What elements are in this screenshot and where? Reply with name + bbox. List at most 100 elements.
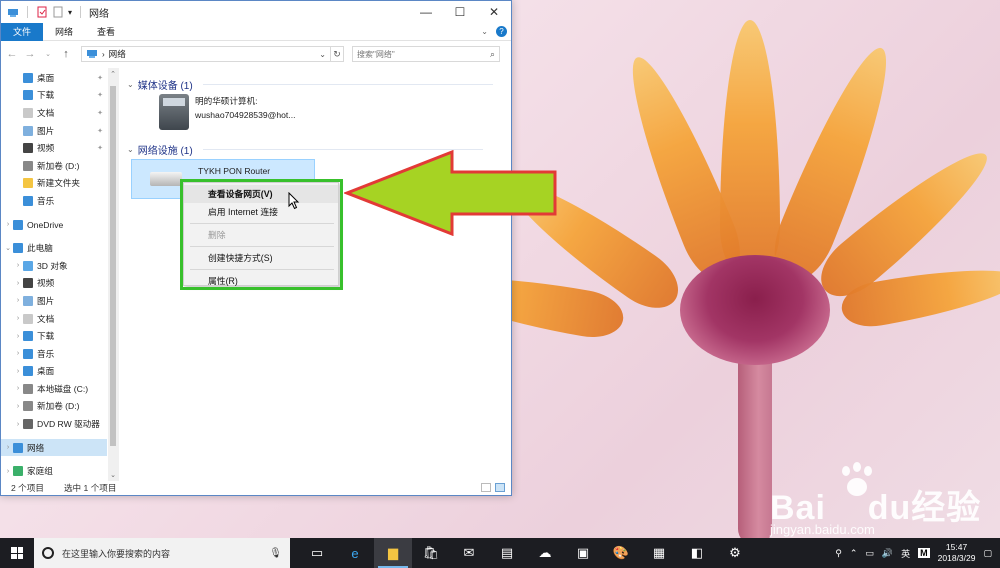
- customize-dropdown-icon[interactable]: ▾: [68, 8, 72, 17]
- expand-chevron-icon[interactable]: ›: [13, 385, 23, 392]
- expand-chevron-icon[interactable]: ›: [13, 262, 23, 269]
- edge-icon[interactable]: e: [336, 538, 374, 568]
- nav-item-quick-access[interactable]: 新建文件夹: [1, 175, 107, 193]
- ime-language[interactable]: 英: [901, 547, 910, 560]
- nav-item-label: 3D 对象: [37, 260, 68, 271]
- scroll-thumb[interactable]: [110, 86, 116, 446]
- expand-chevron-icon[interactable]: ›: [13, 421, 23, 428]
- new-folder-icon[interactable]: [52, 6, 64, 18]
- file-explorer-icon[interactable]: ▆: [374, 538, 412, 568]
- menu-view-device-webpage[interactable]: 查看设备网页(V): [184, 185, 338, 203]
- refresh-button[interactable]: ↻: [330, 46, 344, 62]
- task-view-icon[interactable]: ▭: [298, 538, 336, 568]
- nav-item-pc[interactable]: › 新加卷 (D:): [1, 398, 107, 416]
- expand-chevron-icon[interactable]: ›: [13, 403, 23, 410]
- folder-icon: [23, 72, 33, 83]
- app-icon[interactable]: ▤: [488, 538, 526, 568]
- show-hidden-icons-icon[interactable]: ⌃: [850, 548, 858, 559]
- nav-item-pc[interactable]: › DVD RW 驱动器: [1, 415, 107, 433]
- app-icon[interactable]: ◧: [678, 538, 716, 568]
- group-header-media[interactable]: ⌄ 媒体设备 (1): [127, 77, 493, 92]
- store-icon[interactable]: 🛍: [412, 538, 450, 568]
- recent-locations-icon[interactable]: ⌄: [41, 50, 55, 58]
- details-view-icon[interactable]: [481, 483, 491, 492]
- nav-item-onedrive[interactable]: › OneDrive: [1, 216, 107, 234]
- expand-chevron-icon[interactable]: ›: [13, 297, 23, 304]
- nav-item-quick-access[interactable]: 图片 ✦: [1, 122, 107, 140]
- expand-chevron-icon[interactable]: ›: [13, 350, 23, 357]
- people-icon[interactable]: ⚲: [835, 548, 842, 559]
- nav-item-pc[interactable]: › 图片: [1, 292, 107, 310]
- expand-chevron-icon[interactable]: ›: [3, 468, 13, 475]
- nav-item-quick-access[interactable]: 音乐: [1, 192, 107, 210]
- minimize-button[interactable]: —: [409, 1, 443, 23]
- nav-item-pc[interactable]: › 桌面: [1, 363, 107, 381]
- scroll-up-icon[interactable]: ⌃: [108, 70, 118, 78]
- ime-mode[interactable]: M: [918, 548, 930, 558]
- forward-button[interactable]: →: [23, 48, 37, 60]
- expand-chevron-icon[interactable]: ›: [3, 444, 13, 451]
- app-icon[interactable]: ☁: [526, 538, 564, 568]
- address-bar-row: ← → ⌄ ↑ › 网络 ⌄ ↻ ⌕: [1, 41, 511, 67]
- network-status-icon[interactable]: ▭: [865, 548, 874, 559]
- clock[interactable]: 15:47 2018/3/29: [938, 542, 976, 564]
- expand-chevron-icon[interactable]: ›: [13, 315, 23, 322]
- tab-file[interactable]: 文件: [1, 22, 44, 41]
- nav-item-pc[interactable]: › 下载: [1, 327, 107, 345]
- nav-item-quick-access[interactable]: 下载 ✦: [1, 87, 107, 105]
- nav-item-pc[interactable]: › 文档: [1, 310, 107, 328]
- expand-ribbon-icon[interactable]: ⌄: [481, 27, 488, 36]
- app-icon[interactable]: ▣: [564, 538, 602, 568]
- expand-chevron-icon[interactable]: ›: [13, 280, 23, 287]
- help-icon[interactable]: ?: [496, 26, 507, 37]
- menu-enable-internet[interactable]: 启用 Internet 连接: [184, 203, 338, 221]
- nav-item-homegroup[interactable]: › 家庭组: [1, 462, 107, 480]
- nav-item-quick-access[interactable]: 文档 ✦: [1, 104, 107, 122]
- nav-item-pc[interactable]: › 音乐: [1, 345, 107, 363]
- nav-scrollbar[interactable]: ⌃ ⌄: [108, 68, 118, 481]
- close-button[interactable]: ✕: [477, 1, 511, 23]
- back-button[interactable]: ←: [5, 48, 19, 60]
- nav-item-quick-access[interactable]: 桌面 ✦: [1, 69, 107, 87]
- tiles-view-icon[interactable]: [495, 483, 505, 492]
- address-bar[interactable]: › 网络 ⌄: [81, 46, 331, 62]
- maximize-button[interactable]: ☐: [443, 1, 477, 23]
- collapse-chevron-icon[interactable]: ⌄: [3, 244, 13, 252]
- volume-icon[interactable]: 🔊: [882, 548, 893, 559]
- mail-icon[interactable]: ✉: [450, 538, 488, 568]
- address-dropdown-icon[interactable]: ⌄: [319, 50, 326, 59]
- taskbar-search[interactable]: 在这里输入你要搜索的内容 🎙: [34, 538, 290, 568]
- microphone-icon[interactable]: 🎙: [269, 548, 282, 559]
- notifications-icon[interactable]: ▢: [983, 548, 992, 559]
- settings-icon[interactable]: ⚙: [716, 538, 754, 568]
- menu-create-shortcut[interactable]: 创建快捷方式(S): [184, 249, 338, 267]
- scroll-down-icon[interactable]: ⌄: [108, 471, 118, 479]
- collapse-chevron-icon[interactable]: ⌄: [127, 80, 134, 89]
- nav-item-pc[interactable]: › 3D 对象: [1, 257, 107, 275]
- nav-item-quick-access[interactable]: 新加卷 (D:): [1, 157, 107, 175]
- paint-icon[interactable]: 🎨: [602, 538, 640, 568]
- folder-icon: [23, 366, 33, 377]
- tab-view[interactable]: 查看: [85, 23, 127, 41]
- start-button[interactable]: [0, 538, 34, 568]
- menu-properties[interactable]: 属性(R): [184, 272, 338, 290]
- menu-separator: [190, 269, 334, 270]
- properties-icon[interactable]: [36, 6, 48, 18]
- nav-item-pc[interactable]: › 视频: [1, 275, 107, 293]
- collapse-chevron-icon[interactable]: ⌄: [127, 145, 134, 154]
- nav-item-this-pc[interactable]: ⌄ 此电脑: [1, 239, 107, 257]
- search-input[interactable]: [357, 49, 477, 59]
- expand-chevron-icon[interactable]: ›: [3, 221, 13, 228]
- device-media-pc[interactable]: 明的华硕计算机: wushao704928539@hot...: [159, 94, 295, 130]
- nav-item-network[interactable]: › 网络: [1, 438, 107, 457]
- network-settings-icon[interactable]: ▦: [640, 538, 678, 568]
- up-button[interactable]: ↑: [59, 48, 73, 60]
- nav-item-quick-access[interactable]: 视频 ✦: [1, 139, 107, 157]
- folder-icon: [13, 219, 23, 230]
- nav-item-pc[interactable]: › 本地磁盘 (C:): [1, 380, 107, 398]
- expand-chevron-icon[interactable]: ›: [13, 368, 23, 375]
- search-box[interactable]: ⌕: [352, 46, 500, 62]
- tab-network[interactable]: 网络: [43, 23, 85, 41]
- breadcrumb[interactable]: 网络: [109, 48, 126, 60]
- expand-chevron-icon[interactable]: ›: [13, 333, 23, 340]
